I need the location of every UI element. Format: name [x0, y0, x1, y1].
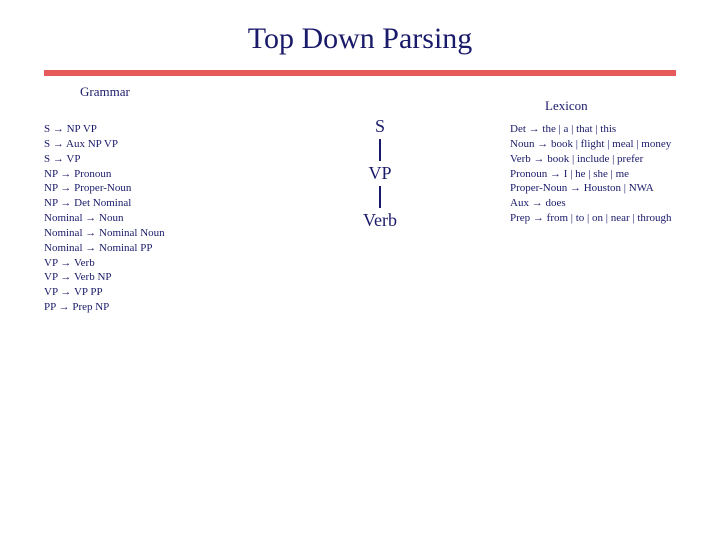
rule-line: S → Aux NP VP: [44, 137, 165, 152]
lexicon-rules: Det → the | a | that | thisNoun → book |…: [510, 122, 672, 226]
rule-line: Nominal → Nominal PP: [44, 241, 165, 256]
rule-line: Det → the | a | that | this: [510, 122, 672, 137]
rule-line: NP → Pronoun: [44, 167, 165, 182]
grammar-header: Grammar: [80, 84, 130, 100]
rule-line: Aux → does: [510, 196, 672, 211]
grammar-rules: S → NP VPS → Aux NP VPS → VPNP → Pronoun…: [44, 122, 165, 315]
rule-line: PP → Prep NP: [44, 300, 165, 315]
rule-line: Verb → book | include | prefer: [510, 152, 672, 167]
tree-node-vp: VP: [320, 163, 440, 184]
tree-node-s: S: [320, 116, 440, 137]
rule-line: VP → VP PP: [44, 285, 165, 300]
rule-line: Prep → from | to | on | near | through: [510, 211, 672, 226]
rule-line: VP → Verb: [44, 256, 165, 271]
rule-line: VP → Verb NP: [44, 270, 165, 285]
rule-line: Noun → book | flight | meal | money: [510, 137, 672, 152]
rule-line: S → VP: [44, 152, 165, 167]
lexicon-header: Lexicon: [545, 98, 588, 114]
rule-line: Nominal → Noun: [44, 211, 165, 226]
tree-edge: [379, 139, 381, 161]
tree-edge: [379, 186, 381, 208]
rule-line: NP → Proper-Noun: [44, 181, 165, 196]
rule-line: Pronoun → I | he | she | me: [510, 167, 672, 182]
rule-line: NP → Det Nominal: [44, 196, 165, 211]
rule-line: S → NP VP: [44, 122, 165, 137]
rule-line: Nominal → Nominal Noun: [44, 226, 165, 241]
parse-tree: S VP Verb: [320, 114, 440, 233]
tree-node-verb: Verb: [320, 210, 440, 231]
page-title: Top Down Parsing: [0, 0, 720, 66]
rule-line: Proper-Noun → Houston | NWA: [510, 181, 672, 196]
